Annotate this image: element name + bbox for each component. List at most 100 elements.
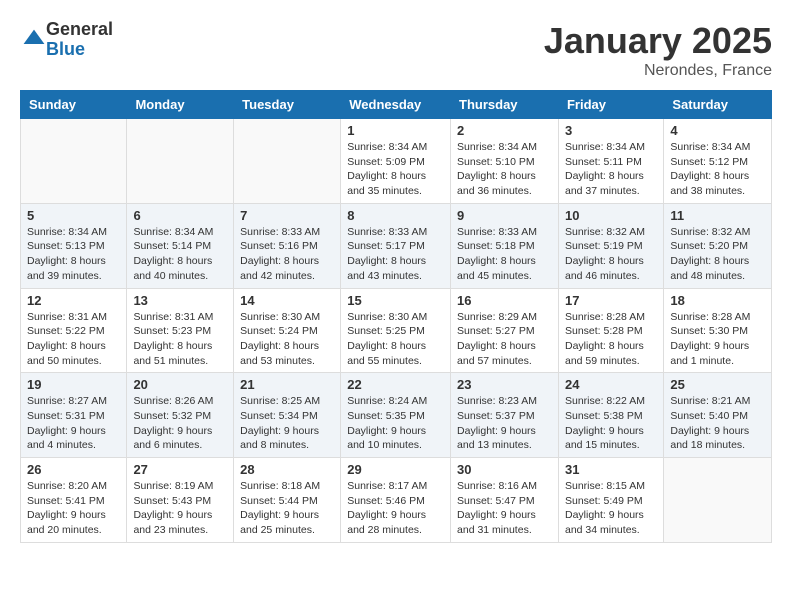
logo-text: General Blue — [46, 20, 113, 60]
calendar-cell: 18Sunrise: 8:28 AMSunset: 5:30 PMDayligh… — [664, 288, 772, 373]
calendar-cell — [127, 119, 234, 204]
day-info: Sunrise: 8:15 AMSunset: 5:49 PMDaylight:… — [565, 479, 657, 538]
day-number: 30 — [457, 462, 552, 477]
calendar-row-4: 26Sunrise: 8:20 AMSunset: 5:41 PMDayligh… — [21, 458, 772, 543]
day-number: 5 — [27, 208, 120, 223]
calendar-cell: 4 Sunrise: 8:34 AMSunset: 5:12 PMDaylight… — [664, 119, 772, 204]
day-info: Sunrise: 8:17 AMSunset: 5:46 PMDaylight:… — [347, 479, 444, 538]
calendar-cell: 20Sunrise: 8:26 AMSunset: 5:32 PMDayligh… — [127, 373, 234, 458]
day-info: Sunrise: 8:28 AMSunset: 5:30 PMDaylight:… — [670, 310, 765, 369]
day-info: Sunrise: 8:18 AMSunset: 5:44 PMDaylight:… — [240, 479, 334, 538]
day-info: Sunrise: 8:30 AMSunset: 5:25 PMDaylight:… — [347, 310, 444, 369]
calendar-cell: 9 Sunrise: 8:33 AMSunset: 5:18 PMDaylight… — [451, 203, 559, 288]
day-info: Sunrise: 8:34 AMSunset: 5:11 PMDaylight:… — [565, 140, 657, 199]
day-info: Sunrise: 8:19 AMSunset: 5:43 PMDaylight:… — [133, 479, 227, 538]
header-wednesday: Wednesday — [341, 91, 451, 119]
calendar-cell: 14 Sunrise: 8:30 AMSunset: 5:24 PMDayligh… — [234, 288, 341, 373]
day-number: 6 — [133, 208, 227, 223]
day-number: 8 — [347, 208, 444, 223]
day-info: Sunrise: 8:30 AMSunset: 5:24 PMDaylight:… — [240, 310, 334, 369]
day-number: 10 — [565, 208, 657, 223]
calendar-cell — [234, 119, 341, 204]
calendar-cell: 3 Sunrise: 8:34 AMSunset: 5:11 PMDaylight… — [558, 119, 663, 204]
calendar-cell: 23Sunrise: 8:23 AMSunset: 5:37 PMDayligh… — [451, 373, 559, 458]
day-info: Sunrise: 8:22 AMSunset: 5:38 PMDaylight:… — [565, 394, 657, 453]
header-saturday: Saturday — [664, 91, 772, 119]
day-info: Sunrise: 8:34 AMSunset: 5:10 PMDaylight:… — [457, 140, 552, 199]
day-info: Sunrise: 8:23 AMSunset: 5:37 PMDaylight:… — [457, 394, 552, 453]
day-number: 4 — [670, 123, 765, 138]
calendar-cell: 11 Sunrise: 8:32 AMSunset: 5:20 PMDayligh… — [664, 203, 772, 288]
calendar-header-row: SundayMondayTuesdayWednesdayThursdayFrid… — [21, 91, 772, 119]
day-info: Sunrise: 8:29 AMSunset: 5:27 PMDaylight:… — [457, 310, 552, 369]
calendar-cell: 10Sunrise: 8:32 AMSunset: 5:19 PMDayligh… — [558, 203, 663, 288]
calendar-cell: 2 Sunrise: 8:34 AMSunset: 5:10 PMDaylight… — [451, 119, 559, 204]
month-title: January 2025 — [544, 20, 772, 62]
day-info: Sunrise: 8:16 AMSunset: 5:47 PMDaylight:… — [457, 479, 552, 538]
day-info: Sunrise: 8:34 AMSunset: 5:13 PMDaylight:… — [27, 225, 120, 284]
day-info: Sunrise: 8:28 AMSunset: 5:28 PMDaylight:… — [565, 310, 657, 369]
header-sunday: Sunday — [21, 91, 127, 119]
day-number: 26 — [27, 462, 120, 477]
day-number: 2 — [457, 123, 552, 138]
calendar-cell: 5 Sunrise: 8:34 AMSunset: 5:13 PMDaylight… — [21, 203, 127, 288]
day-info: Sunrise: 8:31 AMSunset: 5:22 PMDaylight:… — [27, 310, 120, 369]
calendar-cell: 19Sunrise: 8:27 AMSunset: 5:31 PMDayligh… — [21, 373, 127, 458]
calendar-cell: 29 Sunrise: 8:17 AMSunset: 5:46 PMDayligh… — [341, 458, 451, 543]
calendar-cell: 17 Sunrise: 8:28 AMSunset: 5:28 PMDayligh… — [558, 288, 663, 373]
calendar-cell: 1 Sunrise: 8:34 AMSunset: 5:09 PMDaylight… — [341, 119, 451, 204]
calendar-cell: 25Sunrise: 8:21 AMSunset: 5:40 PMDayligh… — [664, 373, 772, 458]
logo-icon — [22, 28, 46, 52]
day-number: 31 — [565, 462, 657, 477]
day-info: Sunrise: 8:34 AMSunset: 5:09 PMDaylight:… — [347, 140, 444, 199]
day-info: Sunrise: 8:24 AMSunset: 5:35 PMDaylight:… — [347, 394, 444, 453]
calendar-cell: 28 Sunrise: 8:18 AMSunset: 5:44 PMDayligh… — [234, 458, 341, 543]
day-info: Sunrise: 8:33 AMSunset: 5:18 PMDaylight:… — [457, 225, 552, 284]
day-number: 11 — [670, 208, 765, 223]
day-info: Sunrise: 8:34 AMSunset: 5:14 PMDaylight:… — [133, 225, 227, 284]
day-number: 22 — [347, 377, 444, 392]
calendar-cell: 8 Sunrise: 8:33 AMSunset: 5:17 PMDaylight… — [341, 203, 451, 288]
day-info: Sunrise: 8:33 AMSunset: 5:17 PMDaylight:… — [347, 225, 444, 284]
calendar-cell: 30 Sunrise: 8:16 AMSunset: 5:47 PMDayligh… — [451, 458, 559, 543]
calendar-row-2: 12Sunrise: 8:31 AMSunset: 5:22 PMDayligh… — [21, 288, 772, 373]
calendar-row-0: 1 Sunrise: 8:34 AMSunset: 5:09 PMDaylight… — [21, 119, 772, 204]
day-number: 25 — [670, 377, 765, 392]
day-info: Sunrise: 8:27 AMSunset: 5:31 PMDaylight:… — [27, 394, 120, 453]
day-number: 9 — [457, 208, 552, 223]
calendar-cell: 15 Sunrise: 8:30 AMSunset: 5:25 PMDayligh… — [341, 288, 451, 373]
calendar-cell: 6 Sunrise: 8:34 AMSunset: 5:14 PMDaylight… — [127, 203, 234, 288]
calendar-cell: 24 Sunrise: 8:22 AMSunset: 5:38 PMDayligh… — [558, 373, 663, 458]
day-number: 15 — [347, 293, 444, 308]
calendar-cell: 13Sunrise: 8:31 AMSunset: 5:23 PMDayligh… — [127, 288, 234, 373]
title-section: January 2025 Nerondes, France — [544, 20, 772, 80]
day-number: 28 — [240, 462, 334, 477]
header-tuesday: Tuesday — [234, 91, 341, 119]
day-info: Sunrise: 8:31 AMSunset: 5:23 PMDaylight:… — [133, 310, 227, 369]
day-number: 17 — [565, 293, 657, 308]
day-info: Sunrise: 8:32 AMSunset: 5:20 PMDaylight:… — [670, 225, 765, 284]
day-number: 14 — [240, 293, 334, 308]
calendar: SundayMondayTuesdayWednesdayThursdayFrid… — [20, 90, 772, 543]
calendar-cell: 22 Sunrise: 8:24 AMSunset: 5:35 PMDayligh… — [341, 373, 451, 458]
calendar-cell: 26Sunrise: 8:20 AMSunset: 5:41 PMDayligh… — [21, 458, 127, 543]
day-info: Sunrise: 8:33 AMSunset: 5:16 PMDaylight:… — [240, 225, 334, 284]
header-monday: Monday — [127, 91, 234, 119]
logo-blue: Blue — [46, 40, 113, 60]
logo-general: General — [46, 20, 113, 40]
day-number: 16 — [457, 293, 552, 308]
calendar-cell: 16 Sunrise: 8:29 AMSunset: 5:27 PMDayligh… — [451, 288, 559, 373]
calendar-cell — [21, 119, 127, 204]
logo: General Blue — [20, 20, 113, 60]
day-number: 3 — [565, 123, 657, 138]
day-number: 7 — [240, 208, 334, 223]
day-info: Sunrise: 8:34 AMSunset: 5:12 PMDaylight:… — [670, 140, 765, 199]
calendar-cell: 12Sunrise: 8:31 AMSunset: 5:22 PMDayligh… — [21, 288, 127, 373]
day-info: Sunrise: 8:26 AMSunset: 5:32 PMDaylight:… — [133, 394, 227, 453]
day-number: 24 — [565, 377, 657, 392]
day-number: 29 — [347, 462, 444, 477]
location: Nerondes, France — [544, 62, 772, 80]
day-number: 1 — [347, 123, 444, 138]
calendar-cell: 7 Sunrise: 8:33 AMSunset: 5:16 PMDaylight… — [234, 203, 341, 288]
calendar-cell: 27Sunrise: 8:19 AMSunset: 5:43 PMDayligh… — [127, 458, 234, 543]
